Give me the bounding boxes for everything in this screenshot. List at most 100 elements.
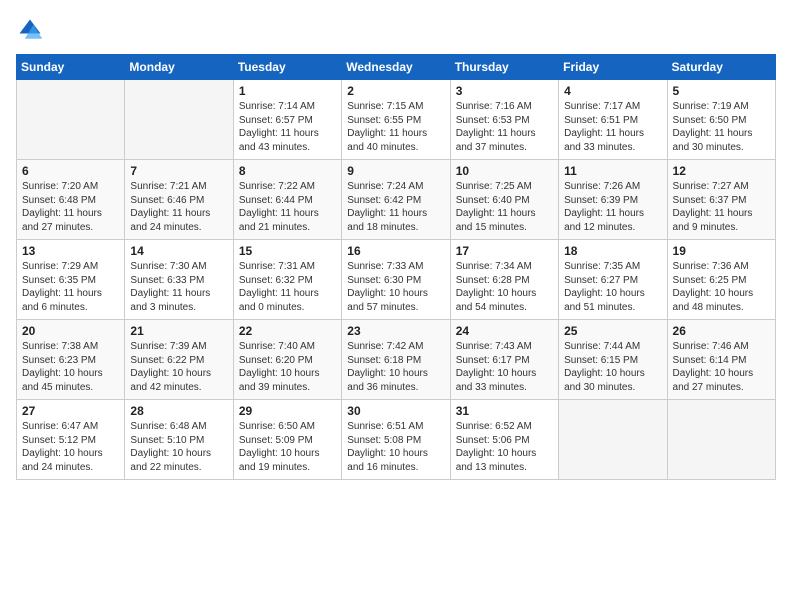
week-row-3: 13 Sunrise: 7:29 AMSunset: 6:35 PMDayligh…: [17, 240, 776, 320]
calendar-cell: 13 Sunrise: 7:29 AMSunset: 6:35 PMDayligh…: [17, 240, 125, 320]
calendar-cell: 10 Sunrise: 7:25 AMSunset: 6:40 PMDayligh…: [450, 160, 558, 240]
day-info: Sunrise: 7:25 AMSunset: 6:40 PMDaylight:…: [456, 180, 553, 234]
day-number: 24: [456, 324, 553, 338]
calendar-cell: 16 Sunrise: 7:33 AMSunset: 6:30 PMDayligh…: [342, 240, 450, 320]
calendar-cell: 7Sunrise: 7:21 AMSunset: 6:46 PMDaylight…: [125, 160, 233, 240]
day-info: Sunrise: 7:34 AMSunset: 6:28 PMDaylight:…: [456, 260, 553, 314]
calendar-cell: 14 Sunrise: 7:30 AMSunset: 6:33 PMDayligh…: [125, 240, 233, 320]
day-number: 23: [347, 324, 444, 338]
day-info: Sunrise: 6:47 AMSunset: 5:12 PMDaylight:…: [22, 420, 119, 474]
calendar-header-row: SundayMondayTuesdayWednesdayThursdayFrid…: [17, 55, 776, 80]
calendar-cell: 27 Sunrise: 6:47 AMSunset: 5:12 PMDayligh…: [17, 400, 125, 480]
day-number: 25: [564, 324, 661, 338]
calendar-cell: 21Sunrise: 7:39 AMSunset: 6:22 PMDayligh…: [125, 320, 233, 400]
day-info: Sunrise: 7:30 AMSunset: 6:33 PMDaylight:…: [130, 260, 227, 314]
calendar-cell: 26 Sunrise: 7:46 AMSunset: 6:14 PMDayligh…: [667, 320, 775, 400]
day-info: Sunrise: 7:36 AMSunset: 6:25 PMDaylight:…: [673, 260, 770, 314]
day-number: 9: [347, 164, 444, 178]
day-info: Sunrise: 6:50 AMSunset: 5:09 PMDaylight:…: [239, 420, 336, 474]
day-number: 6: [22, 164, 119, 178]
day-number: 29: [239, 404, 336, 418]
calendar-cell: 8 Sunrise: 7:22 AMSunset: 6:44 PMDaylight…: [233, 160, 341, 240]
day-number: 20: [22, 324, 119, 338]
logo: [16, 16, 48, 44]
header-monday: Monday: [125, 55, 233, 80]
day-number: 22: [239, 324, 336, 338]
day-number: 13: [22, 244, 119, 258]
day-info: Sunrise: 7:24 AMSunset: 6:42 PMDaylight:…: [347, 180, 444, 234]
day-info: Sunrise: 7:38 AMSunset: 6:23 PMDaylight:…: [22, 340, 119, 394]
calendar-table: SundayMondayTuesdayWednesdayThursdayFrid…: [16, 54, 776, 480]
day-info: Sunrise: 7:20 AMSunset: 6:48 PMDaylight:…: [22, 180, 119, 234]
calendar-cell: 3 Sunrise: 7:16 AMSunset: 6:53 PMDaylight…: [450, 80, 558, 160]
day-info: Sunrise: 6:52 AMSunset: 5:06 PMDaylight:…: [456, 420, 553, 474]
header-thursday: Thursday: [450, 55, 558, 80]
calendar-cell: [125, 80, 233, 160]
calendar-cell: 28 Sunrise: 6:48 AMSunset: 5:10 PMDayligh…: [125, 400, 233, 480]
day-number: 15: [239, 244, 336, 258]
calendar-cell: 4 Sunrise: 7:17 AMSunset: 6:51 PMDaylight…: [559, 80, 667, 160]
day-number: 19: [673, 244, 770, 258]
calendar-cell: [667, 400, 775, 480]
day-number: 17: [456, 244, 553, 258]
calendar-cell: 1Sunrise: 7:14 AMSunset: 6:57 PMDaylight…: [233, 80, 341, 160]
day-info: Sunrise: 7:17 AMSunset: 6:51 PMDaylight:…: [564, 100, 661, 154]
day-info: Sunrise: 7:35 AMSunset: 6:27 PMDaylight:…: [564, 260, 661, 314]
day-info: Sunrise: 7:31 AMSunset: 6:32 PMDaylight:…: [239, 260, 336, 314]
day-number: 26: [673, 324, 770, 338]
day-number: 4: [564, 84, 661, 98]
day-number: 28: [130, 404, 227, 418]
week-row-4: 20 Sunrise: 7:38 AMSunset: 6:23 PMDayligh…: [17, 320, 776, 400]
day-number: 14: [130, 244, 227, 258]
day-info: Sunrise: 7:46 AMSunset: 6:14 PMDaylight:…: [673, 340, 770, 394]
day-number: 8: [239, 164, 336, 178]
day-info: Sunrise: 6:48 AMSunset: 5:10 PMDaylight:…: [130, 420, 227, 474]
logo-icon: [16, 16, 44, 44]
calendar-cell: 9 Sunrise: 7:24 AMSunset: 6:42 PMDaylight…: [342, 160, 450, 240]
calendar-cell: 6 Sunrise: 7:20 AMSunset: 6:48 PMDaylight…: [17, 160, 125, 240]
day-info: Sunrise: 7:27 AMSunset: 6:37 PMDaylight:…: [673, 180, 770, 234]
calendar-cell: 29 Sunrise: 6:50 AMSunset: 5:09 PMDayligh…: [233, 400, 341, 480]
calendar-cell: 19 Sunrise: 7:36 AMSunset: 6:25 PMDayligh…: [667, 240, 775, 320]
day-info: Sunrise: 7:33 AMSunset: 6:30 PMDaylight:…: [347, 260, 444, 314]
calendar-cell: 11 Sunrise: 7:26 AMSunset: 6:39 PMDayligh…: [559, 160, 667, 240]
calendar-cell: 17 Sunrise: 7:34 AMSunset: 6:28 PMDayligh…: [450, 240, 558, 320]
day-info: Sunrise: 7:43 AMSunset: 6:17 PMDaylight:…: [456, 340, 553, 394]
day-number: 3: [456, 84, 553, 98]
calendar-cell: 23 Sunrise: 7:42 AMSunset: 6:18 PMDayligh…: [342, 320, 450, 400]
header-tuesday: Tuesday: [233, 55, 341, 80]
calendar-cell: 5 Sunrise: 7:19 AMSunset: 6:50 PMDaylight…: [667, 80, 775, 160]
week-row-1: 1Sunrise: 7:14 AMSunset: 6:57 PMDaylight…: [17, 80, 776, 160]
day-info: Sunrise: 7:29 AMSunset: 6:35 PMDaylight:…: [22, 260, 119, 314]
calendar-cell: 22 Sunrise: 7:40 AMSunset: 6:20 PMDayligh…: [233, 320, 341, 400]
day-number: 10: [456, 164, 553, 178]
calendar-cell: 30 Sunrise: 6:51 AMSunset: 5:08 PMDayligh…: [342, 400, 450, 480]
day-number: 16: [347, 244, 444, 258]
day-number: 7: [130, 164, 227, 178]
day-number: 18: [564, 244, 661, 258]
day-info: Sunrise: 7:16 AMSunset: 6:53 PMDaylight:…: [456, 100, 553, 154]
day-number: 11: [564, 164, 661, 178]
day-info: Sunrise: 7:42 AMSunset: 6:18 PMDaylight:…: [347, 340, 444, 394]
day-number: 21: [130, 324, 227, 338]
week-row-2: 6 Sunrise: 7:20 AMSunset: 6:48 PMDaylight…: [17, 160, 776, 240]
day-info: Sunrise: 7:15 AMSunset: 6:55 PMDaylight:…: [347, 100, 444, 154]
day-number: 2: [347, 84, 444, 98]
calendar-cell: 15 Sunrise: 7:31 AMSunset: 6:32 PMDayligh…: [233, 240, 341, 320]
day-number: 27: [22, 404, 119, 418]
day-number: 30: [347, 404, 444, 418]
day-info: Sunrise: 7:19 AMSunset: 6:50 PMDaylight:…: [673, 100, 770, 154]
day-info: Sunrise: 7:44 AMSunset: 6:15 PMDaylight:…: [564, 340, 661, 394]
calendar-cell: 20 Sunrise: 7:38 AMSunset: 6:23 PMDayligh…: [17, 320, 125, 400]
calendar-cell: [559, 400, 667, 480]
day-info: Sunrise: 7:40 AMSunset: 6:20 PMDaylight:…: [239, 340, 336, 394]
header-saturday: Saturday: [667, 55, 775, 80]
day-info: Sunrise: 7:26 AMSunset: 6:39 PMDaylight:…: [564, 180, 661, 234]
calendar-cell: [17, 80, 125, 160]
day-info: Sunrise: 6:51 AMSunset: 5:08 PMDaylight:…: [347, 420, 444, 474]
calendar-cell: 12Sunrise: 7:27 AMSunset: 6:37 PMDayligh…: [667, 160, 775, 240]
header-friday: Friday: [559, 55, 667, 80]
day-number: 1: [239, 84, 336, 98]
day-info: Sunrise: 7:22 AMSunset: 6:44 PMDaylight:…: [239, 180, 336, 234]
day-number: 5: [673, 84, 770, 98]
